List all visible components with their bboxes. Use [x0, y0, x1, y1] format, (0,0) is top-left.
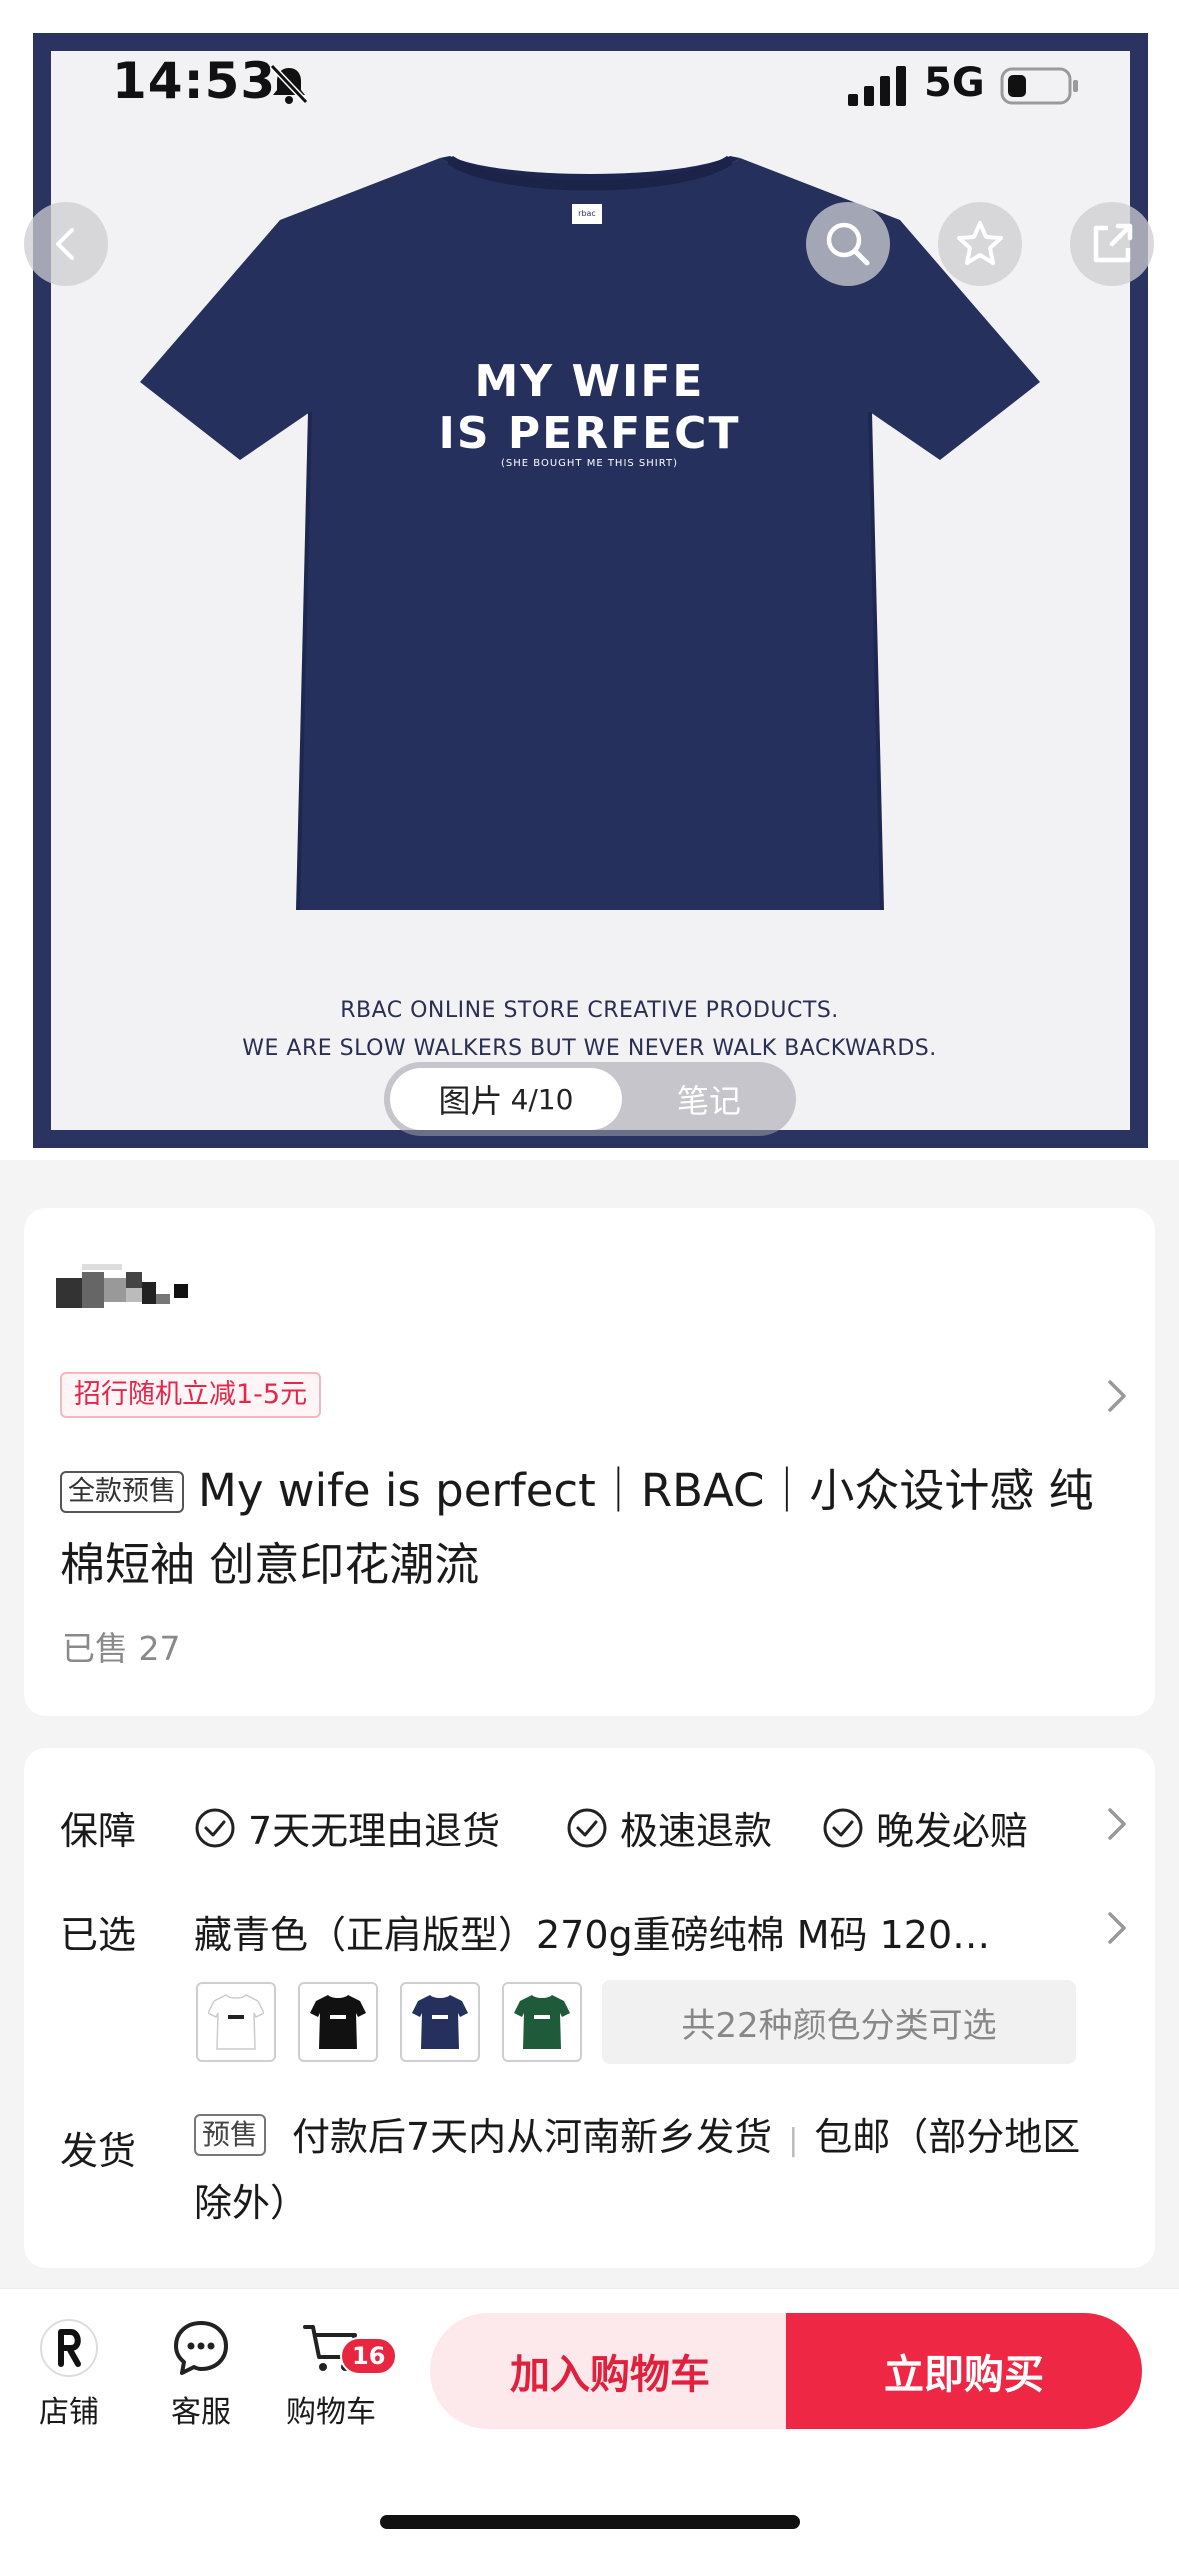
product-title: 全款预售 My wife is perfect｜RBAC｜小众设计感 纯棉短袖 创…	[60, 1454, 1110, 1602]
bell-muted-icon	[269, 63, 309, 105]
service-label: 客服	[171, 2395, 231, 2430]
product-page: rbac MY WIFE IS PERFECT (SHE BOUGHT ME T…	[0, 0, 1179, 2556]
tab-notes[interactable]: 笔记	[622, 1062, 796, 1136]
tshirt-thumb-icon	[412, 1995, 468, 2049]
color-thumb-green[interactable]	[502, 1982, 582, 2062]
chevron-right-icon[interactable]	[1102, 1804, 1132, 1844]
guarantee-item-2[interactable]: 极速退款	[566, 1800, 772, 1855]
share-button[interactable]	[1070, 202, 1154, 286]
guarantee-label: 保障	[60, 1809, 137, 1853]
back-button[interactable]	[24, 202, 108, 286]
shirt-tag: rbac	[572, 204, 602, 224]
separator: |	[788, 2123, 799, 2158]
cart-count-badge: 16	[340, 2337, 398, 2375]
chat-icon	[174, 2321, 228, 2375]
store-logo-icon	[40, 2319, 98, 2377]
presale-badge: 全款预售	[60, 1471, 184, 1513]
star-icon	[957, 221, 1003, 265]
color-thumb-black[interactable]	[298, 1982, 378, 2062]
more-colors-button[interactable]: 共22种颜色分类可选	[602, 1980, 1076, 2064]
share-icon	[1093, 223, 1133, 263]
tshirt-thumb-icon	[514, 1995, 570, 2049]
shipping-text: 付款后7天内从河南新乡发货	[292, 2115, 773, 2159]
shirt-print-line3: (SHE BOUGHT ME THIS SHIRT)	[501, 458, 678, 469]
shipping-label: 发货	[60, 2129, 137, 2173]
check-circle-icon	[823, 1808, 863, 1847]
network-type: 5G	[924, 60, 985, 106]
tab-images[interactable]: 图片 4/10	[390, 1068, 622, 1130]
signal-icon	[848, 66, 906, 106]
color-thumb-navy[interactable]	[400, 1982, 480, 2062]
presale-ship-badge: 预售	[194, 2114, 267, 2156]
shirt-print-line1: MY WIFE	[474, 356, 705, 407]
guarantee-text-1: 7天无理由退货	[248, 1809, 501, 1853]
gallery-pager[interactable]: 图片 4/10 笔记	[384, 1062, 796, 1136]
store-name-mosaic	[56, 1264, 188, 1308]
options-card: 保障 7天无理由退货 极速退款 晚发必赔 已选 藏青色（正肩版型）270g重磅纯…	[24, 1748, 1155, 2268]
store-label: 店铺	[39, 2395, 99, 2430]
battery-icon	[1000, 67, 1078, 105]
favorite-button[interactable]	[938, 202, 1022, 286]
color-thumb-white[interactable]	[196, 1982, 276, 2062]
promo-badge[interactable]: 招行随机立减1-5元	[60, 1372, 322, 1418]
tshirt-thumb-icon	[208, 1994, 264, 2050]
cart-label: 购物车	[286, 2395, 376, 2430]
home-indicator[interactable]	[380, 2515, 800, 2529]
guarantee-text-3: 晚发必赔	[876, 1809, 1029, 1853]
image-slogan-1: RBAC ONLINE STORE CREATIVE PRODUCTS.	[340, 998, 839, 1023]
selected-variant[interactable]: 藏青色（正肩版型）270g重磅纯棉 M码 120…	[194, 1904, 1094, 1959]
guarantee-item-1[interactable]: 7天无理由退货	[194, 1800, 500, 1855]
add-to-cart-button[interactable]: 加入购物车	[430, 2313, 790, 2429]
tshirt-image	[140, 155, 1040, 911]
shipping-info: 付款后7天内从河南新乡发货 | 包邮（部分地区除外）	[194, 2106, 1094, 2234]
status-time: 14:53	[112, 52, 277, 110]
image-slogan-2: WE ARE SLOW WALKERS BUT WE NEVER WALK BA…	[242, 1036, 937, 1061]
shirt-print-line2: IS PERFECT	[438, 408, 741, 459]
bottom-action-bar: 店铺 客服 购物车 16 加入购物车 立即购买	[0, 2288, 1179, 2556]
tab-images-label: 图片	[438, 1082, 503, 1120]
guarantee-text-2: 极速退款	[620, 1809, 773, 1853]
cart-tab[interactable]: 购物车 16	[276, 2315, 398, 2431]
status-bar: 14:53 5G	[0, 0, 1179, 150]
product-info-card: 招行随机立减1-5元 全款预售 My wife is perfect｜RBAC｜小…	[24, 1208, 1155, 1716]
chevron-right-icon[interactable]	[1102, 1908, 1132, 1948]
tshirt-thumb-icon	[310, 1995, 366, 2049]
sold-count: 已售 27	[62, 1629, 181, 1668]
image-counter: 4/10	[510, 1082, 574, 1116]
product-title-text: My wife is perfect｜RBAC｜小众设计感 纯棉短袖 创意印花潮…	[60, 1464, 1094, 1591]
guarantee-item-3[interactable]: 晚发必赔	[822, 1800, 1028, 1855]
selected-label: 已选	[60, 1913, 137, 1957]
search-button[interactable]	[806, 202, 890, 286]
service-tab[interactable]: 客服	[146, 2315, 256, 2431]
check-circle-icon	[195, 1808, 235, 1847]
chevron-right-icon[interactable]	[1102, 1376, 1132, 1416]
back-icon	[56, 228, 74, 260]
check-circle-icon	[567, 1808, 607, 1847]
store-tab[interactable]: 店铺	[14, 2315, 124, 2431]
buy-now-button[interactable]: 立即购买	[786, 2313, 1142, 2429]
product-gallery[interactable]: rbac MY WIFE IS PERFECT (SHE BOUGHT ME T…	[0, 0, 1179, 1160]
search-icon	[826, 222, 870, 266]
